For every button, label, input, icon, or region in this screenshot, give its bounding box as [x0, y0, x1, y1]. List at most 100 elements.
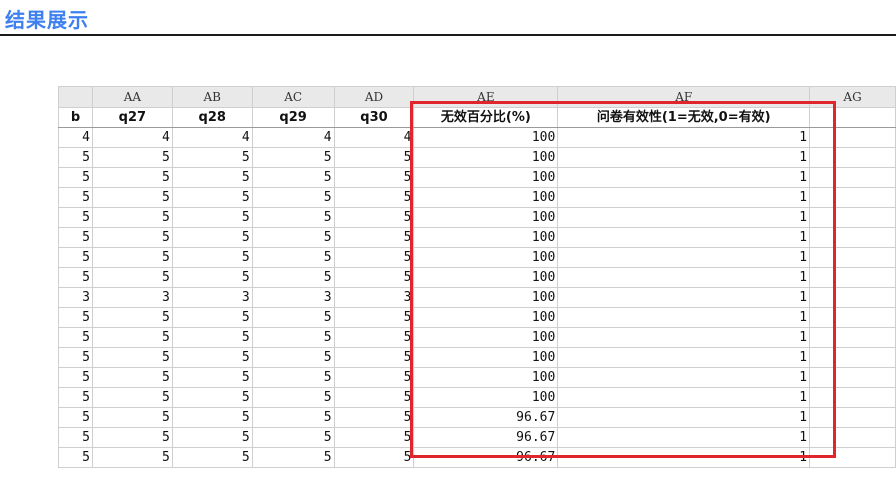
table-cell[interactable]: 5 [91, 327, 173, 348]
table-cell-empty[interactable] [809, 147, 896, 168]
table-cell[interactable]: 5 [58, 447, 93, 468]
table-cell[interactable]: 5 [58, 227, 93, 248]
table-cell[interactable]: 5 [333, 327, 415, 348]
table-cell-empty[interactable] [809, 247, 896, 268]
table-cell[interactable]: 5 [58, 407, 93, 428]
table-cell[interactable]: 5 [333, 147, 415, 168]
table-cell[interactable]: 5 [171, 327, 253, 348]
table-cell[interactable]: 100 [413, 167, 559, 188]
column-header-ag[interactable]: AG [809, 86, 896, 108]
table-cell[interactable]: 5 [171, 387, 253, 408]
table-cell[interactable]: 3 [333, 287, 415, 308]
table-cell[interactable]: 100 [413, 227, 559, 248]
table-cell[interactable]: 5 [171, 447, 253, 468]
table-cell-empty[interactable] [809, 427, 896, 448]
column-header-ae[interactable]: AE [413, 86, 559, 108]
table-cell[interactable]: 5 [171, 207, 253, 228]
field-header-cell[interactable]: q30 [333, 107, 415, 128]
field-header-cell[interactable]: q27 [91, 107, 173, 128]
table-cell-empty[interactable] [809, 207, 896, 228]
table-cell[interactable]: 1 [557, 387, 811, 408]
table-cell-empty[interactable] [809, 327, 896, 348]
table-cell-empty[interactable] [809, 267, 896, 288]
table-cell[interactable]: 3 [171, 287, 253, 308]
table-cell[interactable]: 5 [91, 427, 173, 448]
table-cell[interactable]: 5 [333, 187, 415, 208]
table-cell[interactable]: 5 [58, 427, 93, 448]
table-cell[interactable]: 100 [413, 267, 559, 288]
table-cell[interactable]: 1 [557, 447, 811, 468]
table-cell[interactable]: 5 [91, 367, 173, 388]
table-cell[interactable]: 5 [251, 147, 335, 168]
table-cell[interactable]: 5 [251, 367, 335, 388]
table-cell[interactable]: 5 [251, 427, 335, 448]
table-cell[interactable]: 100 [413, 247, 559, 268]
column-header-aa[interactable]: AA [91, 86, 173, 108]
table-cell[interactable]: 5 [58, 147, 93, 168]
table-cell[interactable]: 1 [557, 367, 811, 388]
field-header-cell[interactable]: b [58, 107, 93, 128]
table-cell[interactable]: 100 [413, 127, 559, 148]
field-header-cell[interactable]: 无效百分比(%) [413, 107, 559, 128]
table-cell[interactable]: 5 [91, 307, 173, 328]
table-cell[interactable]: 1 [557, 307, 811, 328]
table-cell-empty[interactable] [809, 167, 896, 188]
table-cell[interactable]: 5 [333, 207, 415, 228]
table-cell[interactable]: 1 [557, 407, 811, 428]
table-cell[interactable]: 5 [58, 367, 93, 388]
table-cell[interactable]: 4 [91, 127, 173, 148]
table-cell[interactable]: 5 [333, 227, 415, 248]
column-header-blank[interactable] [58, 86, 93, 108]
table-cell[interactable]: 100 [413, 147, 559, 168]
table-cell[interactable]: 5 [333, 247, 415, 268]
field-header-cell[interactable] [809, 107, 896, 128]
table-cell[interactable]: 5 [171, 187, 253, 208]
table-cell[interactable]: 5 [251, 327, 335, 348]
table-cell[interactable]: 5 [251, 307, 335, 328]
table-cell[interactable]: 4 [171, 127, 253, 148]
table-cell[interactable]: 1 [557, 327, 811, 348]
table-cell[interactable]: 96.67 [413, 447, 559, 468]
table-cell[interactable]: 5 [171, 147, 253, 168]
table-cell[interactable]: 5 [91, 387, 173, 408]
field-header-cell[interactable]: 问卷有效性(1=无效,0=有效) [557, 107, 811, 128]
table-cell[interactable]: 5 [91, 247, 173, 268]
table-cell-empty[interactable] [809, 227, 896, 248]
table-cell[interactable]: 5 [91, 267, 173, 288]
table-cell[interactable]: 5 [58, 167, 93, 188]
table-cell[interactable]: 5 [58, 267, 93, 288]
table-cell[interactable]: 5 [91, 447, 173, 468]
table-cell[interactable]: 5 [58, 247, 93, 268]
table-cell[interactable]: 5 [333, 447, 415, 468]
table-cell-empty[interactable] [809, 367, 896, 388]
table-cell[interactable]: 5 [251, 247, 335, 268]
table-cell-empty[interactable] [809, 127, 896, 148]
table-cell[interactable]: 5 [58, 187, 93, 208]
table-cell[interactable]: 96.67 [413, 427, 559, 448]
table-cell[interactable]: 5 [171, 407, 253, 428]
table-cell[interactable]: 1 [557, 127, 811, 148]
table-cell[interactable]: 1 [557, 347, 811, 368]
table-cell-empty[interactable] [809, 387, 896, 408]
table-cell[interactable]: 100 [413, 387, 559, 408]
table-cell[interactable]: 5 [171, 347, 253, 368]
table-cell[interactable]: 5 [333, 267, 415, 288]
table-cell[interactable]: 100 [413, 287, 559, 308]
table-cell[interactable]: 1 [557, 227, 811, 248]
table-cell[interactable]: 5 [91, 167, 173, 188]
column-header-ad[interactable]: AD [333, 86, 415, 108]
table-cell[interactable]: 5 [333, 367, 415, 388]
table-cell[interactable]: 5 [58, 347, 93, 368]
table-cell[interactable]: 5 [171, 267, 253, 288]
table-cell[interactable]: 1 [557, 287, 811, 308]
table-cell[interactable]: 5 [58, 387, 93, 408]
table-cell[interactable]: 5 [333, 387, 415, 408]
table-cell[interactable]: 1 [557, 267, 811, 288]
table-cell[interactable]: 5 [251, 407, 335, 428]
table-cell-empty[interactable] [809, 347, 896, 368]
table-cell[interactable]: 5 [333, 407, 415, 428]
table-cell[interactable]: 5 [333, 347, 415, 368]
table-cell-empty[interactable] [809, 187, 896, 208]
table-cell-empty[interactable] [809, 407, 896, 428]
table-cell[interactable]: 5 [58, 327, 93, 348]
